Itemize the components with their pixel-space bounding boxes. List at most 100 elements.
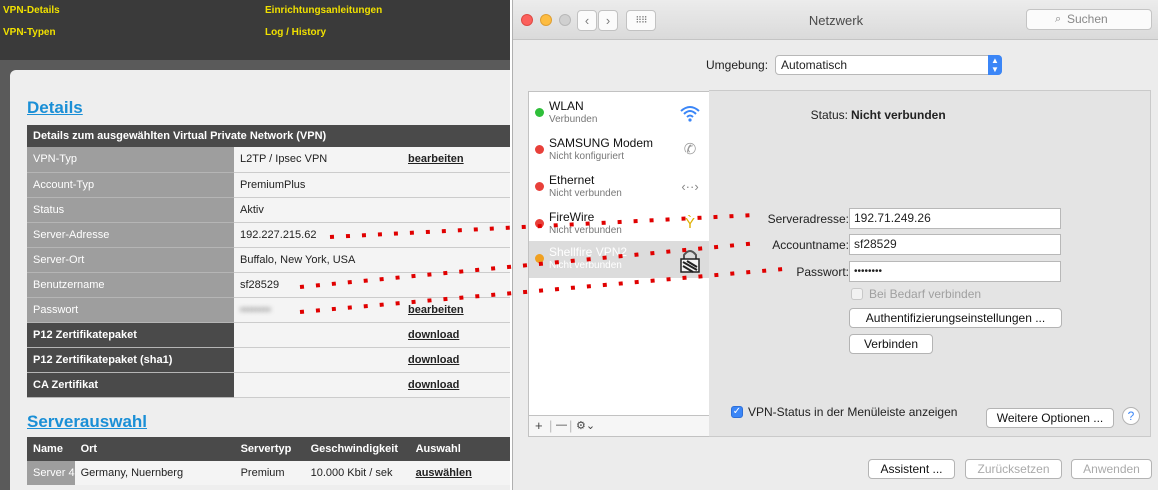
gear-icon[interactable]: ⚙︎⌄ — [576, 419, 595, 432]
firewire-icon: Ỳ — [684, 215, 695, 232]
service-list: WLAN Verbunden SAMSUNG Modem Nicht konfi… — [528, 91, 710, 416]
row-value: Aktiv — [234, 197, 402, 223]
col-servertyp: Servertyp — [234, 437, 305, 461]
edit-password-link[interactable]: bearbeiten — [408, 304, 464, 316]
select-server-link[interactable]: auswählen — [416, 467, 472, 479]
service-status: Nicht verbunden — [549, 260, 622, 271]
server-type: Premium — [234, 461, 305, 485]
row-label: Benutzername — [27, 272, 234, 298]
server-name: Server 4 — [27, 461, 75, 485]
table-row: Server-Adresse 192.227.215.62 — [27, 222, 510, 248]
network-preferences-window: ‹ › ⠿⠿ Netzwerk ⌕ Suchen Umgebung: Automa… — [512, 0, 1158, 490]
search-icon: ⌕ — [1055, 13, 1062, 25]
server-location: Germany, Nuernberg — [74, 461, 235, 485]
show-vpn-status-checkbox[interactable]: ✓ — [731, 406, 743, 418]
updown-arrows-icon: ▲ ▼ — [988, 55, 1002, 75]
account-name-field[interactable]: sf28529 — [849, 234, 1061, 255]
blurred-password: •••••••• — [240, 303, 271, 316]
status-dot — [535, 254, 544, 263]
row-value — [234, 347, 402, 373]
service-name: FireWire — [549, 210, 595, 224]
table-row: Passwort •••••••• bearbeiten — [27, 297, 510, 323]
edit-vpn-type-link[interactable]: bearbeiten — [408, 153, 464, 165]
service-name: Shellfire VPN2 — [549, 245, 628, 259]
details-table: Details zum ausgewählten Virtual Private… — [27, 125, 510, 398]
lock-icon — [679, 248, 701, 273]
row-label: Server-Ort — [27, 247, 234, 273]
row-value: Buffalo, New York, USA — [234, 247, 402, 273]
service-status: Verbunden — [549, 114, 598, 125]
more-options-button[interactable]: Weitere Optionen ... — [986, 408, 1114, 428]
row-value: L2TP / Ipsec VPN — [234, 147, 402, 173]
status-dot — [535, 145, 544, 154]
show-vpn-status-label: VPN-Status in der Menüleiste anzeigen — [748, 405, 958, 419]
status-dot — [535, 182, 544, 191]
table-row: VPN-Typ L2TP / Ipsec VPN bearbeiten — [27, 147, 510, 173]
nav-log-history[interactable]: Log / History — [265, 27, 326, 38]
location-label: Umgebung: — [706, 58, 769, 72]
account-name-label: Accountname: — [772, 238, 849, 252]
authentication-settings-button[interactable]: Authentifizierungseinstellungen ... — [849, 308, 1062, 328]
service-status: Nicht konfiguriert — [549, 151, 625, 162]
service-item-shellfire-vpn2[interactable]: Shellfire VPN2 Nicht verbunden — [529, 241, 709, 278]
service-item-samsung-modem[interactable]: SAMSUNG Modem Nicht konfiguriert ✆ — [529, 132, 709, 169]
vpn-web-page: VPN-Details Einrichtungsanleitungen VPN-… — [0, 0, 510, 490]
assistant-button[interactable]: Assistent ... — [868, 459, 955, 479]
apply-button[interactable]: Anwenden — [1071, 459, 1152, 479]
row-label: Status — [27, 197, 234, 223]
top-navigation: VPN-Details Einrichtungsanleitungen VPN-… — [0, 0, 510, 60]
col-ort: Ort — [74, 437, 235, 461]
status-value: Nicht verbunden — [851, 108, 946, 122]
service-item-wlan[interactable]: WLAN Verbunden — [529, 95, 709, 132]
details-heading[interactable]: Details — [27, 98, 83, 118]
title-bar: ‹ › ⠿⠿ Netzwerk ⌕ Suchen — [513, 0, 1158, 40]
connect-button[interactable]: Verbinden — [849, 334, 933, 354]
add-service-button[interactable]: + — [535, 418, 543, 433]
nav-vpn-details[interactable]: VPN-Details — [3, 5, 60, 16]
password-label: Passwort: — [796, 265, 849, 279]
nav-vpn-typen[interactable]: VPN-Typen — [3, 27, 56, 38]
server-table: Name Ort Servertyp Geschwindigkeit Auswa… — [27, 437, 510, 485]
search-placeholder: Suchen — [1067, 12, 1108, 26]
service-item-ethernet[interactable]: Ethernet Nicht verbunden ‹··› — [529, 169, 709, 206]
location-select[interactable]: Automatisch ▲ ▼ — [775, 55, 1002, 75]
password-field[interactable]: •••••••• — [849, 261, 1061, 282]
server-address-field[interactable]: 192.71.249.26 — [849, 208, 1061, 229]
table-row: P12 Zertifikatepaket (sha1) download — [27, 347, 510, 373]
server-address-value: 192.227.215.62 — [234, 222, 402, 248]
server-address-label: Serveradresse: — [767, 212, 849, 226]
table-row: P12 Zertifikatepaket download — [27, 322, 510, 348]
download-p12-link[interactable]: download — [408, 329, 459, 341]
row-label: Account-Typ — [27, 172, 234, 198]
table-row: CA Zertifikat download — [27, 372, 510, 398]
search-field[interactable]: ⌕ Suchen — [1026, 9, 1152, 30]
on-demand-checkbox[interactable] — [851, 288, 863, 300]
wifi-icon — [679, 102, 701, 124]
server-speed: 10.000 Kbit / sek — [304, 461, 410, 485]
table-row: Account-Typ PremiumPlus — [27, 172, 510, 198]
location-value: Automatisch — [781, 58, 848, 72]
download-ca-link[interactable]: download — [408, 379, 459, 391]
service-name: SAMSUNG Modem — [549, 136, 654, 150]
table-row: Server-Ort Buffalo, New York, USA — [27, 247, 510, 273]
help-button[interactable]: ? — [1122, 407, 1140, 425]
row-label: P12 Zertifikatepaket (sha1) — [27, 347, 234, 373]
phone-icon: ✆ — [683, 141, 697, 158]
row-value — [234, 322, 402, 348]
server-selection-heading[interactable]: Serverauswahl — [27, 412, 147, 432]
service-list-toolbar: + | — | ⚙︎⌄ — [528, 416, 710, 437]
remove-service-button[interactable]: — — [556, 419, 567, 431]
status-label: Status: — [810, 108, 848, 122]
status-dot — [535, 219, 544, 228]
col-auswahl: Auswahl — [409, 437, 510, 461]
username-value: sf28529 — [234, 272, 402, 298]
nav-einrichtungsanleitungen[interactable]: Einrichtungsanleitungen — [265, 5, 382, 16]
service-name: Ethernet — [549, 173, 595, 187]
service-item-firewire[interactable]: FireWire Nicht verbunden Ỳ — [529, 206, 709, 243]
download-p12-sha1-link[interactable]: download — [408, 354, 459, 366]
table-row: Benutzername sf28529 — [27, 272, 510, 298]
reset-button[interactable]: Zurücksetzen — [965, 459, 1062, 479]
row-label: CA Zertifikat — [27, 372, 234, 398]
row-value — [234, 372, 402, 398]
row-label: Server-Adresse — [27, 222, 234, 248]
